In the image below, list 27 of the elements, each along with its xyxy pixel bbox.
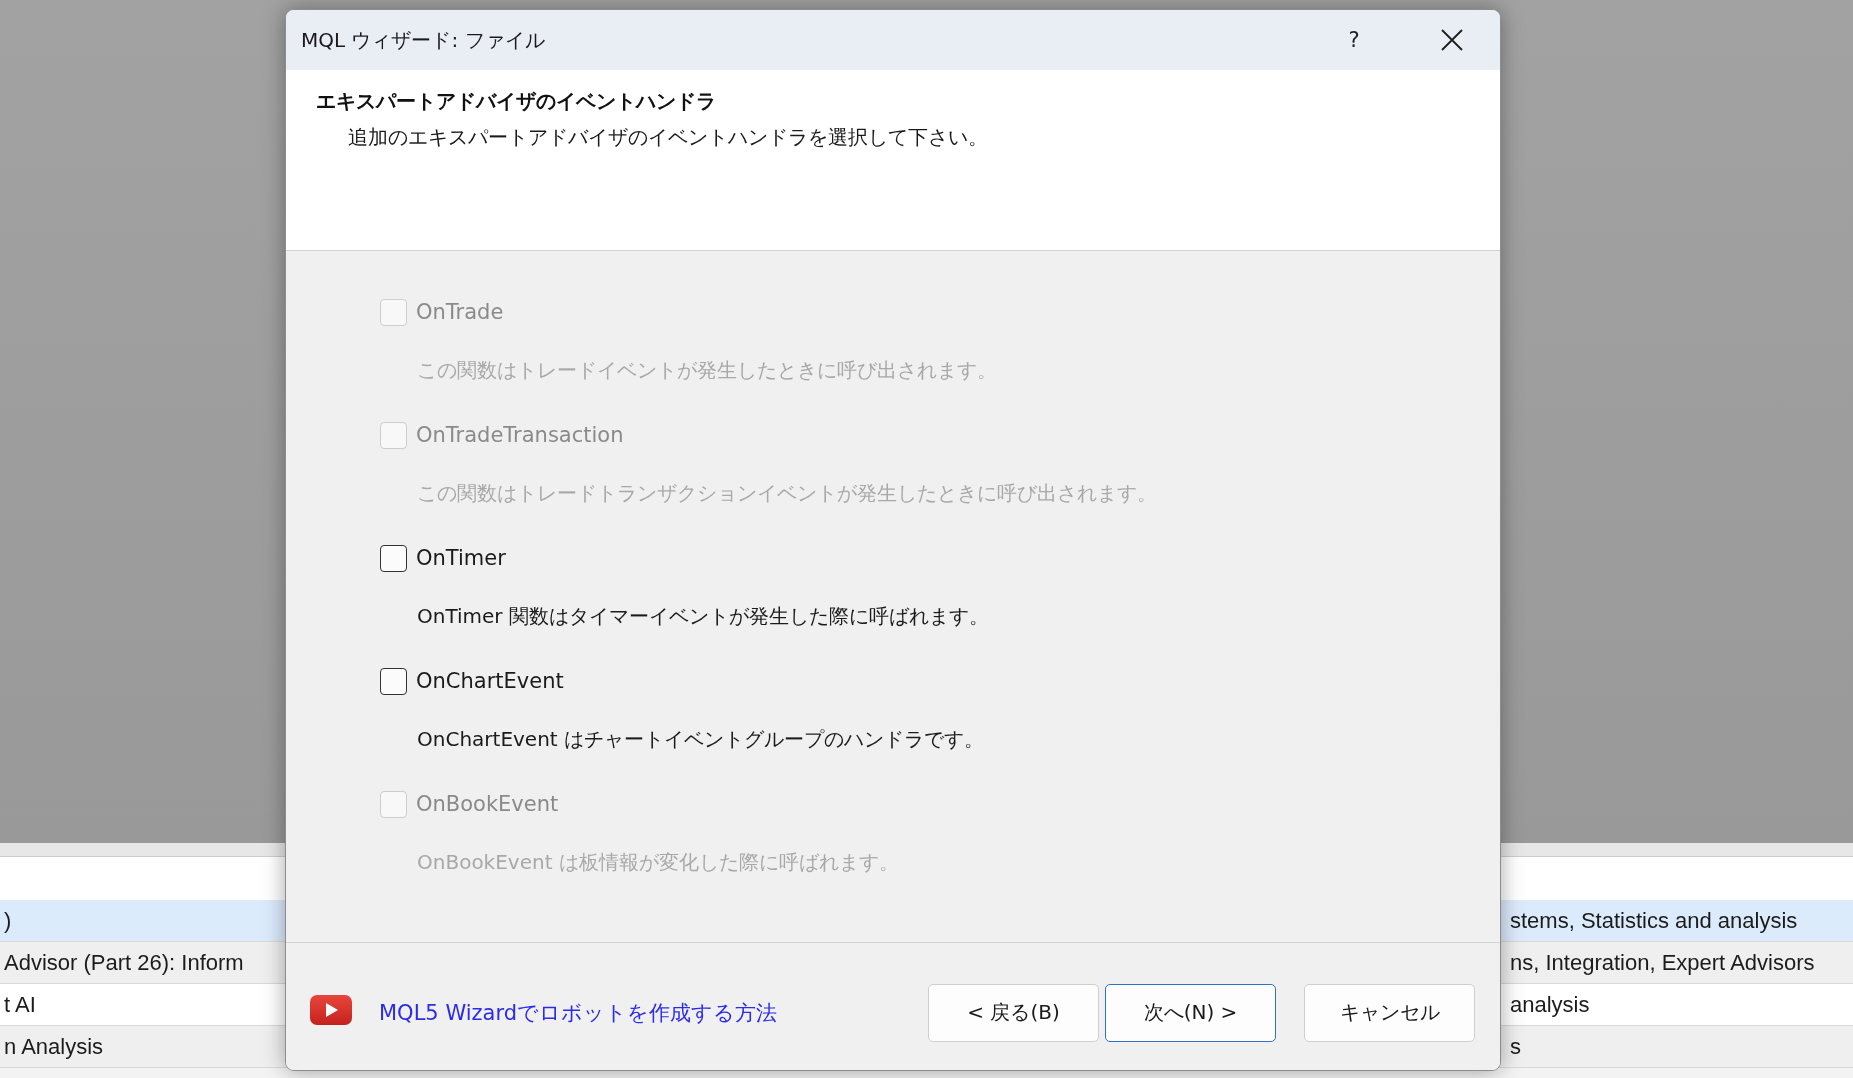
row-text: analysis: [1510, 991, 1590, 1017]
checkbox[interactable]: [380, 544, 407, 572]
back-button[interactable]: < 戻る(B): [928, 983, 1099, 1042]
row-text: t AI: [4, 991, 36, 1017]
handler-description: OnChartEvent はチャートイベントグループのハンドラです。: [417, 726, 985, 753]
help-button[interactable]: ?: [1334, 18, 1374, 62]
play-icon: [310, 994, 352, 1025]
close-icon: [1441, 29, 1463, 51]
row-text: Advisor (Part 26): Inform: [4, 949, 244, 975]
handler-description: この関数はトレードトランザクションイベントが発生したときに呼び出されます。: [417, 480, 1157, 507]
window-title: MQL ウィザード: ファイル: [301, 26, 545, 54]
row-text: ): [4, 907, 12, 933]
handler-description: この関数はトレードイベントが発生したときに呼び出されます。: [417, 357, 997, 384]
cancel-button[interactable]: キャンセル: [1304, 983, 1475, 1042]
row-text: ns, Integration, Expert Advisors: [1510, 949, 1815, 975]
page-subtitle: 追加のエキスパートアドバイザのイベントハンドラを選択して下さい。: [348, 124, 988, 151]
checkbox-label[interactable]: OnTimer: [416, 546, 506, 570]
row-text: n Analysis: [4, 1033, 104, 1059]
checkbox-label[interactable]: OnChartEvent: [416, 669, 564, 693]
handler-description: OnTimer 関数はタイマーイベントが発生した際に呼ばれます。: [417, 603, 989, 630]
checkbox[interactable]: [380, 667, 407, 695]
help-link[interactable]: MQL5 Wizardでロボットを作成する方法: [379, 998, 777, 1027]
next-button[interactable]: 次へ(N) >: [1105, 983, 1276, 1042]
row-text: stems, Statistics and analysis: [1510, 907, 1798, 933]
row-text: s: [1510, 1033, 1521, 1059]
page-heading: エキスパートアドバイザのイベントハンドラ: [316, 88, 716, 115]
handler-description: OnBookEvent は板情報が変化した際に呼ばれます。: [417, 849, 899, 876]
